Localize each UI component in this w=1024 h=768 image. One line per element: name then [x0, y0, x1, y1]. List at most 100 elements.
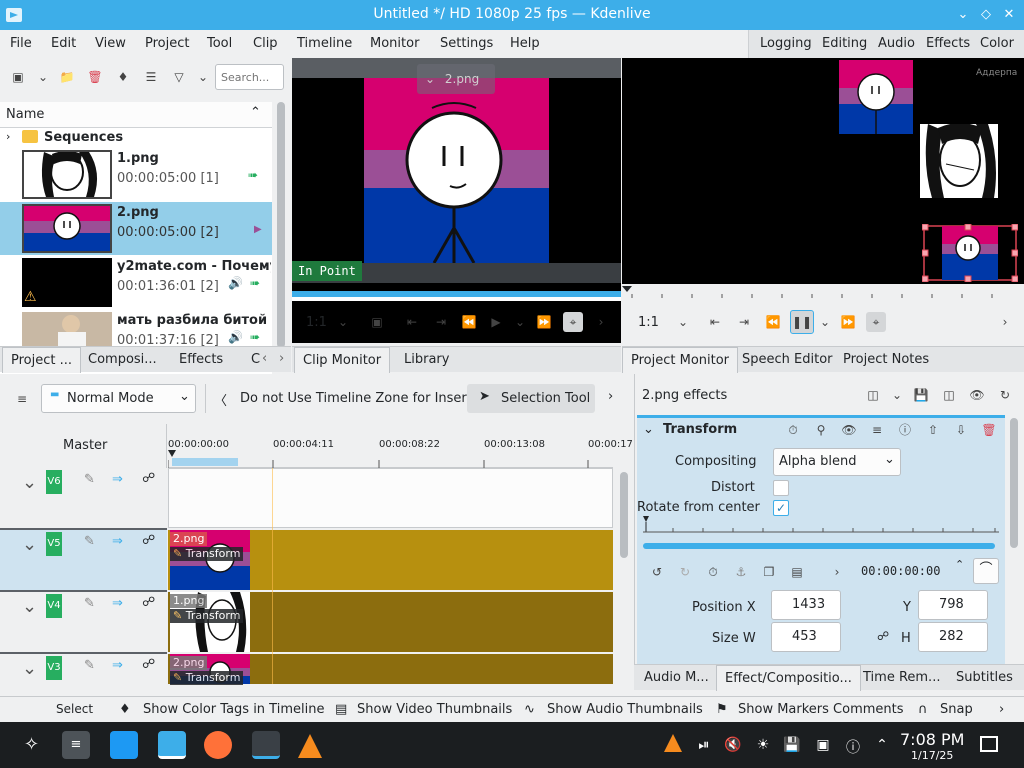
app-launcher-icon[interactable]: ✧ [24, 734, 39, 755]
clock-time[interactable]: 7:08 PM [900, 730, 964, 749]
project-zoom-label[interactable]: 1:1 [638, 315, 659, 330]
file-manager-icon[interactable] [158, 731, 186, 759]
split-view-icon[interactable]: ◫ [939, 385, 959, 405]
menu-timeline[interactable]: Timeline [297, 36, 352, 51]
collapse-chevron-icon[interactable]: ⌄ [22, 534, 37, 555]
maximize-icon[interactable]: ◇ [976, 5, 996, 25]
info-icon[interactable]: ⓘ [895, 420, 915, 440]
chevron-down-icon[interactable]: ⌄ [33, 67, 53, 87]
keyframe-ruler[interactable] [643, 516, 999, 540]
menu-monitor[interactable]: Monitor [370, 36, 419, 51]
collapse-chevron-icon[interactable]: ⌄ [22, 472, 37, 493]
lock-icon[interactable]: ☍ [142, 533, 155, 548]
forward-icon[interactable]: ⏩ [534, 312, 554, 332]
sliders-icon[interactable]: ≡ [867, 420, 887, 440]
tab-project-monitor[interactable]: Project Monitor [622, 347, 739, 373]
clip-zoom-label[interactable]: 1:1 [306, 315, 327, 330]
compare-icon[interactable]: ◫ [863, 385, 883, 405]
anchor-icon[interactable]: ⚓ [731, 562, 751, 582]
bin-search-input[interactable] [215, 64, 284, 90]
copy-icon[interactable]: ❐ [759, 562, 779, 582]
tab-subtitles[interactable]: Subtitles [948, 665, 1021, 691]
tab-time-remap[interactable]: Time Rem... [855, 665, 948, 691]
track-lane-v3[interactable]: 2.png ✎ Transform [168, 654, 613, 685]
effects-scrollbar[interactable] [1010, 418, 1018, 548]
lock-icon[interactable]: ☍ [142, 471, 155, 486]
effect-wand-icon[interactable]: ✎ [84, 658, 95, 673]
tray-expand-icon[interactable]: ⌃ [873, 737, 891, 753]
add-keyframe-icon[interactable]: ↺ [647, 562, 667, 582]
size-w-input[interactable]: 453 [771, 622, 841, 652]
target-icon[interactable]: ⇒ [112, 596, 123, 611]
rewind-icon[interactable]: ⏪ [459, 312, 479, 332]
help-icon[interactable]: ⓘ [844, 737, 862, 757]
chevron-right-icon[interactable]: › [999, 702, 1004, 717]
mode-select[interactable]: ▬ Normal Mode ⌄ [41, 384, 196, 413]
tab-effect-composition[interactable]: Effect/Compositio... [716, 665, 861, 691]
position-y-input[interactable]: 798 [918, 590, 988, 620]
store-app-icon[interactable] [110, 731, 138, 759]
chevron-down-icon[interactable]: ⌄ [510, 312, 530, 332]
menu-file[interactable]: File [10, 36, 32, 51]
track-lane-v4[interactable]: 1.png ✎ Transform [168, 592, 613, 652]
tab-library[interactable]: Library [396, 347, 457, 373]
chevron-down-icon[interactable]: ⌄ [815, 312, 835, 332]
tab-audio-mixer[interactable]: Audio M... [636, 665, 717, 691]
tab-speech-editor[interactable]: Speech Editor [734, 347, 841, 373]
curve-icon[interactable]: ⌒ [973, 558, 999, 584]
forward-icon[interactable]: ⏩ [838, 312, 858, 332]
link-icon[interactable]: ☍ [877, 629, 889, 643]
vlc-icon[interactable] [298, 734, 322, 758]
clip-name-overlay[interactable]: ⌄ 2.png [417, 64, 495, 94]
tag-icon[interactable]: ♦ [113, 67, 133, 87]
name-column-header[interactable]: Name [6, 107, 44, 122]
workspace-logging[interactable]: Logging [755, 34, 817, 56]
redo-icon[interactable]: ↻ [675, 562, 695, 582]
project-monitor-ruler[interactable] [622, 284, 1024, 300]
chevron-down-icon[interactable]: ⌄ [887, 385, 907, 405]
track-header-v4[interactable]: ⌄ V4 ✎ ⇒ ☍ [0, 592, 167, 654]
set-in-icon[interactable]: ⇤ [705, 312, 725, 332]
size-h-input[interactable]: 282 [918, 622, 988, 652]
effect-wand-icon[interactable]: ✎ [84, 534, 95, 549]
workspace-audio[interactable]: Audio [873, 34, 920, 56]
chevron-down-icon[interactable]: ⌄ [673, 312, 693, 332]
lock-icon[interactable]: ☍ [142, 595, 155, 610]
distort-checkbox[interactable] [773, 480, 789, 496]
target-icon[interactable]: ⇒ [112, 472, 123, 487]
tab-clip-monitor[interactable]: Clip Monitor [294, 347, 391, 373]
paste-icon[interactable]: ▤ [787, 562, 807, 582]
tab-compositions[interactable]: Composi... [80, 347, 165, 373]
position-x-input[interactable]: 1433 [771, 590, 841, 620]
bin-folder-row[interactable]: › Sequences [0, 128, 272, 148]
play-icon[interactable]: ▶ [486, 312, 506, 332]
workspace-color[interactable]: Color [975, 34, 1019, 56]
rotate-checkbox[interactable]: ✓ [773, 500, 789, 516]
set-out-icon[interactable]: ⇥ [431, 312, 451, 332]
filter-icon[interactable]: ▽ [169, 67, 189, 87]
keyframe-progress[interactable] [643, 543, 995, 549]
delete-icon[interactable]: 🗑 [85, 67, 105, 87]
track-header-v3[interactable]: ⌄ V3 ✎ ⇒ ☍ [0, 654, 167, 694]
track-header-v5[interactable]: ⌄ V5 ✎ ⇒ ☍ [0, 530, 167, 592]
timeline-scrollbar[interactable] [620, 472, 628, 558]
overlay-clip-selected[interactable] [922, 224, 1018, 282]
effect-wand-icon[interactable]: ✎ [84, 596, 95, 611]
folder-add-icon[interactable]: 📁 [57, 67, 77, 87]
chevron-down-icon[interactable]: ⌄ [193, 67, 213, 87]
menu-edit[interactable]: Edit [51, 36, 76, 51]
vlc-tray-icon[interactable] [664, 734, 682, 752]
storage-icon[interactable]: 💾 [783, 737, 801, 753]
chevron-right-icon[interactable]: › [608, 389, 613, 404]
target-icon[interactable]: ⇒ [112, 534, 123, 549]
compositing-select[interactable]: Alpha blend ⌄ [773, 448, 901, 476]
show-markers-comments-toggle[interactable]: Show Markers Comments [738, 702, 904, 717]
reset-icon[interactable]: ↻ [995, 385, 1015, 405]
eye-icon[interactable]: 👁 [967, 385, 987, 405]
chevron-left-icon[interactable]: ‹ [262, 351, 267, 366]
move-down-icon[interactable]: ⇩ [951, 420, 971, 440]
firefox-icon[interactable] [204, 731, 232, 759]
lock-icon[interactable]: ☍ [142, 657, 155, 672]
bin-scrollbar[interactable] [277, 102, 285, 348]
menu-help[interactable]: Help [510, 36, 540, 51]
